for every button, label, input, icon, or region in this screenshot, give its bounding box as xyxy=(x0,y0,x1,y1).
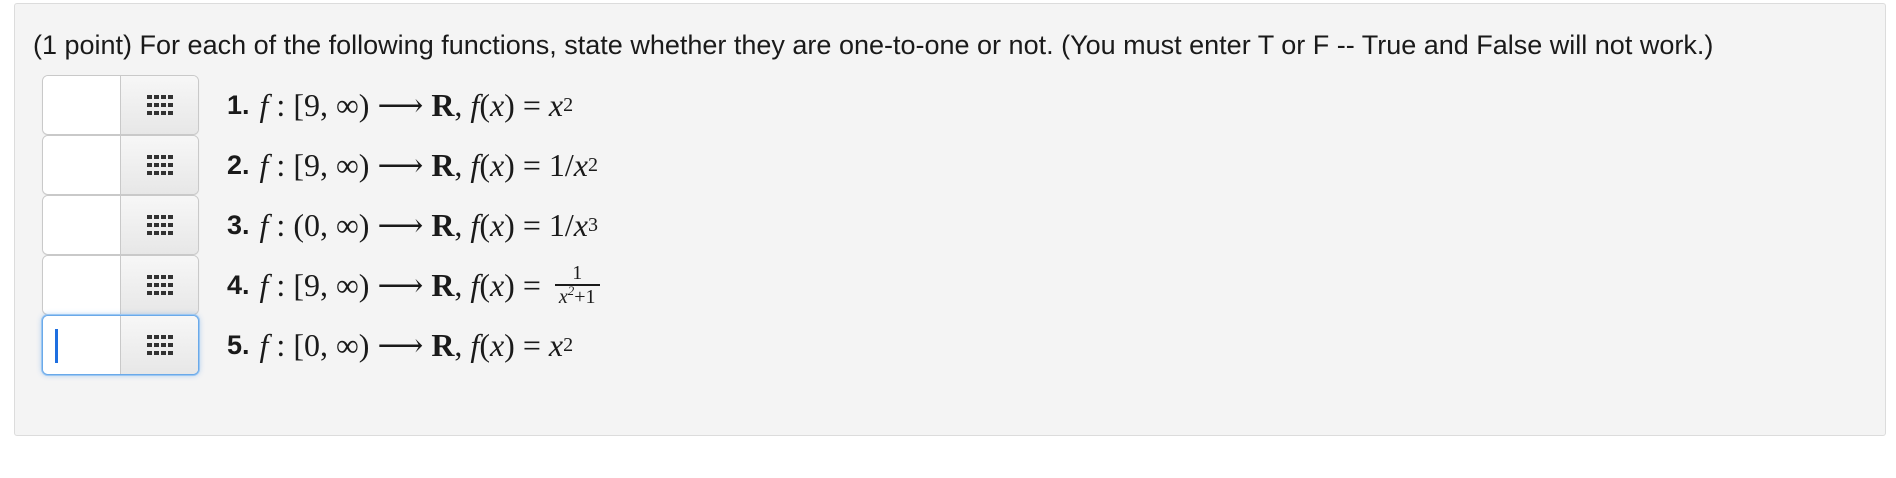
math-palette-button-1[interactable] xyxy=(121,76,198,134)
problem-panel: (1 point) For each of the following func… xyxy=(14,3,1886,436)
grid-icon xyxy=(146,275,173,295)
answer-box-5 xyxy=(42,315,199,375)
fraction: 1 x2+1 xyxy=(554,262,600,308)
answer-box-4 xyxy=(42,255,199,315)
question-row-5: 5. f: [0, ∞) ⟶ R, f(x) = x 2 xyxy=(42,315,573,375)
answer-box-2 xyxy=(42,135,199,195)
question-label-4: 4. f: [9, ∞) ⟶ R, f(x) = 1 x2+1 xyxy=(227,262,600,308)
grid-icon xyxy=(146,215,173,235)
question-row-1: 1. f: [9, ∞) ⟶ R, f(x) = x 2 xyxy=(42,75,573,135)
answer-box-1 xyxy=(42,75,199,135)
answer-input-2[interactable] xyxy=(43,136,121,194)
function-expression: f: [9, ∞) ⟶ R, f(x) = x 2 xyxy=(259,86,574,124)
grid-icon xyxy=(146,155,173,175)
grid-icon xyxy=(146,95,173,115)
question-row-4: 4. f: [9, ∞) ⟶ R, f(x) = 1 x2+1 xyxy=(42,255,600,315)
answer-input-5[interactable] xyxy=(43,316,121,374)
function-expression: f: [9, ∞) ⟶ R, f(x) = 1 x2+1 xyxy=(260,262,600,308)
question-label-1: 1. f: [9, ∞) ⟶ R, f(x) = x 2 xyxy=(227,86,573,124)
question-number: 1. xyxy=(227,89,250,120)
question-number: 2. xyxy=(227,149,250,180)
math-palette-button-3[interactable] xyxy=(121,196,198,254)
question-number: 5. xyxy=(227,329,250,360)
question-row-3: 3. f: (0, ∞) ⟶ R, f(x) = 1/x 3 xyxy=(42,195,598,255)
math-palette-button-4[interactable] xyxy=(121,256,198,314)
function-expression: f: (0, ∞) ⟶ R, f(x) = 1/x 3 xyxy=(259,206,598,244)
question-number: 4. xyxy=(227,269,250,300)
text-caret xyxy=(55,329,58,363)
question-label-2: 2. f: [9, ∞) ⟶ R, f(x) = 1/x 2 xyxy=(227,146,598,184)
math-palette-button-5[interactable] xyxy=(121,316,198,374)
question-number: 3. xyxy=(227,209,250,240)
question-row-2: 2. f: [9, ∞) ⟶ R, f(x) = 1/x 2 xyxy=(42,135,598,195)
function-expression: f: [9, ∞) ⟶ R, f(x) = 1/x 2 xyxy=(259,146,598,184)
question-label-3: 3. f: (0, ∞) ⟶ R, f(x) = 1/x 3 xyxy=(227,206,598,244)
answer-input-4[interactable] xyxy=(43,256,121,314)
answer-box-3 xyxy=(42,195,199,255)
answer-input-1[interactable] xyxy=(43,76,121,134)
math-palette-button-2[interactable] xyxy=(121,136,198,194)
question-label-5: 5. f: [0, ∞) ⟶ R, f(x) = x 2 xyxy=(227,326,573,364)
problem-prompt: (1 point) For each of the following func… xyxy=(33,30,1714,60)
function-expression: f: [0, ∞) ⟶ R, f(x) = x 2 xyxy=(259,326,574,364)
grid-icon xyxy=(146,335,173,355)
answer-input-3[interactable] xyxy=(43,196,121,254)
